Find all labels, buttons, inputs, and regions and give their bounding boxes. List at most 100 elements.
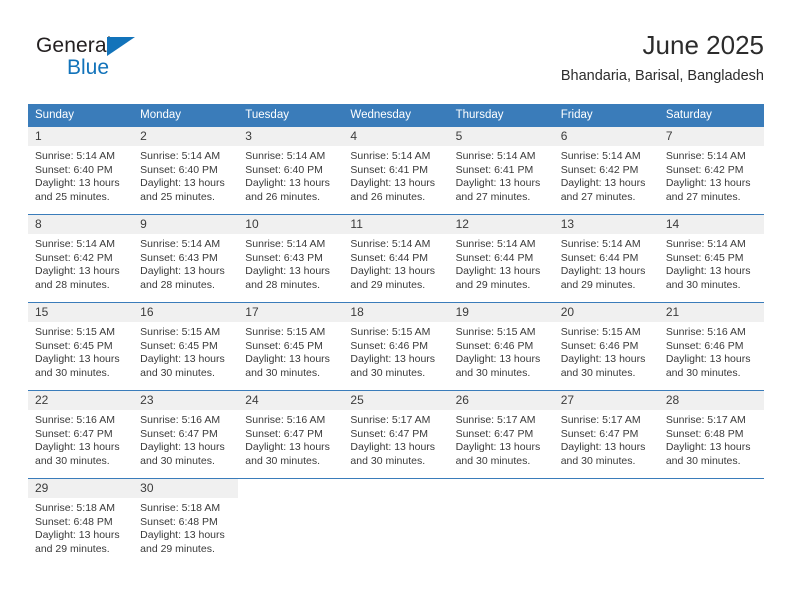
day-details: Sunrise: 5:15 AM Sunset: 6:46 PM Daylight:…: [449, 322, 554, 380]
day-number: [238, 479, 344, 498]
calendar-day-cell[interactable]: 1 Sunrise: 5:14 AM Sunset: 6:40 PM Daylight…: [28, 126, 134, 215]
sunrise-time: Sunrise: 5:17 AM: [665, 414, 746, 426]
calendar-week-row: 8 Sunrise: 5:14 AM Sunset: 6:42 PM Daylight…: [28, 214, 764, 303]
daylight-duration-line2: and 30 minutes.: [560, 454, 636, 467]
calendar-day-cell[interactable]: 27 Sunrise: 5:17 AM Sunset: 6:47 PM Dayligh…: [553, 390, 659, 479]
calendar-day-cell[interactable]: 12 Sunrise: 5:14 AM Sunset: 6:44 PM Dayligh…: [448, 214, 554, 303]
day-number: 16: [133, 303, 239, 322]
general-blue-logo[interactable]: General Blue: [36, 34, 166, 86]
calendar-day-cell[interactable]: 20 Sunrise: 5:15 AM Sunset: 6:46 PM Dayligh…: [553, 302, 659, 391]
sunset-time: Sunset: 6:46 PM: [560, 339, 639, 352]
calendar-day-cell[interactable]: 11 Sunrise: 5:14 AM Sunset: 6:44 PM Dayligh…: [343, 214, 449, 303]
sunrise-time: Sunrise: 5:14 AM: [35, 150, 115, 162]
daylight-duration-line2: and 29 minutes.: [140, 542, 215, 555]
day-details: Sunrise: 5:16 AM Sunset: 6:47 PM Daylight:…: [133, 410, 238, 468]
daylight-duration-line1: Daylight: 13 hours: [140, 265, 225, 278]
calendar-week-row: 22 Sunrise: 5:16 AM Sunset: 6:47 PM Dayligh…: [28, 390, 764, 479]
sunset-time: Sunset: 6:45 PM: [665, 251, 744, 264]
calendar-day-cell-empty: [658, 478, 764, 565]
calendar-day-cell[interactable]: 9 Sunrise: 5:14 AM Sunset: 6:43 PM Daylight…: [133, 214, 239, 303]
sunrise-time: Sunrise: 5:14 AM: [455, 238, 536, 250]
calendar-day-cell[interactable]: 17 Sunrise: 5:15 AM Sunset: 6:45 PM Dayligh…: [238, 302, 344, 391]
daylight-duration-line2: and 30 minutes.: [350, 454, 426, 467]
weekday-header-friday: Friday: [553, 104, 659, 127]
calendar-day-cell[interactable]: 15 Sunrise: 5:15 AM Sunset: 6:45 PM Dayligh…: [28, 302, 134, 391]
daylight-duration-line1: Daylight: 13 hours: [665, 353, 751, 366]
calendar-day-cell[interactable]: 5 Sunrise: 5:14 AM Sunset: 6:41 PM Daylight…: [448, 126, 554, 215]
calendar-day-cell[interactable]: 23 Sunrise: 5:16 AM Sunset: 6:47 PM Dayligh…: [133, 390, 239, 479]
sunset-time: Sunset: 6:41 PM: [350, 163, 429, 176]
daylight-duration-line2: and 30 minutes.: [350, 366, 426, 379]
sunset-time: Sunset: 6:45 PM: [140, 339, 218, 352]
calendar-day-cell[interactable]: 6 Sunrise: 5:14 AM Sunset: 6:42 PM Daylight…: [553, 126, 659, 215]
sunset-time: Sunset: 6:44 PM: [455, 251, 534, 264]
calendar-day-cell[interactable]: 18 Sunrise: 5:15 AM Sunset: 6:46 PM Dayligh…: [343, 302, 449, 391]
calendar-day-cell[interactable]: 16 Sunrise: 5:15 AM Sunset: 6:45 PM Dayligh…: [133, 302, 239, 391]
day-number: [343, 479, 449, 498]
calendar-day-cell[interactable]: 2 Sunrise: 5:14 AM Sunset: 6:40 PM Daylight…: [133, 126, 239, 215]
daylight-duration-line2: and 30 minutes.: [665, 454, 741, 467]
daylight-duration-line2: and 30 minutes.: [665, 278, 741, 291]
calendar-day-cell[interactable]: 14 Sunrise: 5:14 AM Sunset: 6:45 PM Dayligh…: [658, 214, 764, 303]
calendar-day-cell[interactable]: 4 Sunrise: 5:14 AM Sunset: 6:41 PM Daylight…: [343, 126, 449, 215]
calendar-day-cell-empty: [238, 478, 344, 565]
daylight-duration-line2: and 27 minutes.: [455, 190, 531, 203]
sunrise-time: Sunrise: 5:14 AM: [455, 150, 536, 162]
daylight-duration-line1: Daylight: 13 hours: [140, 177, 225, 190]
sunset-time: Sunset: 6:45 PM: [35, 339, 113, 352]
sunrise-time: Sunrise: 5:14 AM: [350, 238, 431, 250]
daylight-duration-line1: Daylight: 13 hours: [245, 177, 330, 190]
calendar-day-cell[interactable]: 8 Sunrise: 5:14 AM Sunset: 6:42 PM Daylight…: [28, 214, 134, 303]
day-details: Sunrise: 5:15 AM Sunset: 6:46 PM Daylight:…: [343, 322, 448, 380]
daylight-duration-line1: Daylight: 13 hours: [455, 177, 541, 190]
day-details: Sunrise: 5:14 AM Sunset: 6:43 PM Daylight:…: [238, 234, 343, 292]
daylight-duration-line1: Daylight: 13 hours: [665, 441, 751, 454]
calendar-day-cell[interactable]: 3 Sunrise: 5:14 AM Sunset: 6:40 PM Daylight…: [238, 126, 344, 215]
daylight-duration-line2: and 29 minutes.: [560, 278, 636, 291]
day-details: Sunrise: 5:14 AM Sunset: 6:44 PM Daylight:…: [449, 234, 554, 292]
page-masthead: General Blue June 2025 Bhandaria, Barisa…: [28, 28, 764, 96]
calendar-day-cell[interactable]: 30 Sunrise: 5:18 AM Sunset: 6:48 PM Dayligh…: [133, 478, 239, 565]
calendar-day-cell[interactable]: 13 Sunrise: 5:14 AM Sunset: 6:44 PM Dayligh…: [553, 214, 659, 303]
daylight-duration-line1: Daylight: 13 hours: [350, 353, 436, 366]
calendar-day-cell[interactable]: 19 Sunrise: 5:15 AM Sunset: 6:46 PM Dayligh…: [448, 302, 554, 391]
weekday-header-monday: Monday: [133, 104, 239, 127]
day-details: Sunrise: 5:18 AM Sunset: 6:48 PM Daylight:…: [28, 498, 133, 556]
calendar-day-cell[interactable]: 29 Sunrise: 5:18 AM Sunset: 6:48 PM Dayligh…: [28, 478, 134, 565]
daylight-duration-line2: and 30 minutes.: [140, 366, 215, 379]
calendar-day-cell[interactable]: 7 Sunrise: 5:14 AM Sunset: 6:42 PM Daylight…: [658, 126, 764, 215]
calendar-day-cell[interactable]: 21 Sunrise: 5:16 AM Sunset: 6:46 PM Dayligh…: [658, 302, 764, 391]
daylight-duration-line2: and 28 minutes.: [35, 278, 110, 291]
day-details: Sunrise: 5:16 AM Sunset: 6:47 PM Daylight:…: [238, 410, 343, 468]
daylight-duration-line2: and 30 minutes.: [35, 366, 110, 379]
daylight-duration-line2: and 29 minutes.: [455, 278, 531, 291]
day-number: 30: [133, 479, 239, 498]
sunrise-time: Sunrise: 5:18 AM: [35, 502, 115, 514]
day-number: 24: [238, 391, 344, 410]
day-details: Sunrise: 5:14 AM Sunset: 6:42 PM Daylight:…: [659, 146, 764, 204]
daylight-duration-line1: Daylight: 13 hours: [665, 177, 751, 190]
calendar-day-cell[interactable]: 25 Sunrise: 5:17 AM Sunset: 6:47 PM Dayligh…: [343, 390, 449, 479]
calendar-day-cell-empty: [343, 478, 449, 565]
calendar-day-cell[interactable]: 24 Sunrise: 5:16 AM Sunset: 6:47 PM Dayligh…: [238, 390, 344, 479]
daylight-duration-line2: and 26 minutes.: [350, 190, 426, 203]
daylight-duration-line1: Daylight: 13 hours: [455, 265, 541, 278]
sunset-time: Sunset: 6:46 PM: [455, 339, 534, 352]
day-details: Sunrise: 5:17 AM Sunset: 6:48 PM Daylight:…: [659, 410, 764, 468]
day-number: 4: [343, 127, 449, 146]
calendar-day-cell[interactable]: 26 Sunrise: 5:17 AM Sunset: 6:47 PM Dayligh…: [448, 390, 554, 479]
calendar-page: General Blue June 2025 Bhandaria, Barisa…: [0, 0, 792, 612]
day-number: 28: [658, 391, 764, 410]
calendar-day-cell[interactable]: 10 Sunrise: 5:14 AM Sunset: 6:43 PM Dayligh…: [238, 214, 344, 303]
day-details: Sunrise: 5:15 AM Sunset: 6:45 PM Daylight:…: [133, 322, 238, 380]
calendar-day-cell[interactable]: 28 Sunrise: 5:17 AM Sunset: 6:48 PM Dayligh…: [658, 390, 764, 479]
title-block: June 2025 Bhandaria, Barisal, Bangladesh: [561, 28, 764, 87]
location-subtitle: Bhandaria, Barisal, Bangladesh: [560, 68, 764, 84]
daylight-duration-line2: and 25 minutes.: [35, 190, 110, 203]
calendar-day-cell[interactable]: 22 Sunrise: 5:16 AM Sunset: 6:47 PM Dayligh…: [28, 390, 134, 479]
sunrise-time: Sunrise: 5:14 AM: [140, 150, 221, 162]
day-details: Sunrise: 5:15 AM Sunset: 6:45 PM Daylight:…: [238, 322, 343, 380]
daylight-duration-line2: and 25 minutes.: [140, 190, 215, 203]
day-number: 2: [133, 127, 239, 146]
day-details: Sunrise: 5:16 AM Sunset: 6:47 PM Daylight:…: [28, 410, 133, 468]
